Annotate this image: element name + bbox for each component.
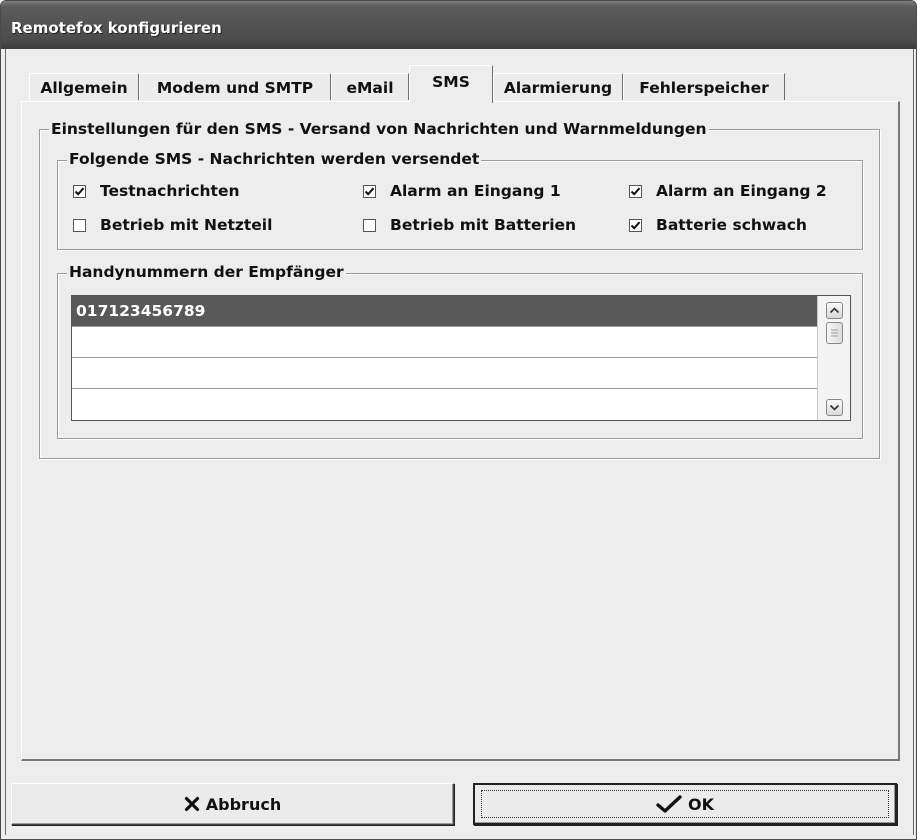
tab-label: Fehlerspeicher (639, 79, 769, 97)
scroll-down-button[interactable] (826, 399, 843, 416)
recipients-group-label: Handynummern der Empfänger (67, 263, 346, 281)
checkbox-box[interactable] (629, 218, 642, 232)
checkbox-betrieb-netzteil[interactable]: Betrieb mit Netzteil (73, 215, 272, 235)
tab-modem-und-smtp[interactable]: Modem und SMTP (139, 73, 331, 100)
tab-label: Allgemein (40, 79, 128, 97)
grip-icon (831, 329, 838, 337)
ok-button-label: OK (688, 794, 714, 814)
checkbox-label: Testnachrichten (100, 182, 240, 200)
checkbox-box[interactable] (629, 184, 642, 198)
tab-label: SMS (432, 73, 470, 91)
checkbox-box[interactable] (73, 218, 86, 232)
tab-sms[interactable]: SMS (409, 65, 493, 103)
checkbox-alarm-eingang-1[interactable]: Alarm an Eingang 1 (363, 181, 561, 201)
title-bar[interactable]: Remotefox konfigurieren (1, 1, 916, 49)
list-item[interactable] (72, 389, 817, 420)
checkbox-betrieb-batterien[interactable]: Betrieb mit Batterien (363, 215, 576, 235)
chevron-down-icon (829, 404, 840, 411)
checkbox-box[interactable] (363, 218, 376, 232)
checkbox-box[interactable] (363, 184, 376, 198)
tab-label: eMail (346, 79, 394, 97)
focus-ring (481, 790, 889, 818)
sms-settings-group-label: Einstellungen für den SMS - Versand von … (49, 120, 709, 138)
checkbox-label: Betrieb mit Netzteil (100, 216, 273, 234)
tab-email[interactable]: eMail (331, 73, 409, 100)
checkbox-testnachrichten[interactable]: Testnachrichten (73, 181, 240, 201)
list-item[interactable] (72, 327, 817, 358)
chevron-up-icon (829, 307, 840, 314)
checkbox-alarm-eingang-2[interactable]: Alarm an Eingang 2 (629, 181, 827, 201)
checkbox-label: Betrieb mit Batterien (390, 216, 577, 234)
window-title: Remotefox konfigurieren (11, 19, 222, 37)
ok-button[interactable]: OK (473, 783, 897, 825)
cancel-button[interactable]: Abbruch (11, 783, 454, 825)
checkbox-label: Alarm an Eingang 1 (390, 182, 561, 200)
sms-messages-group (57, 160, 863, 250)
recipients-list[interactable]: 017123456789 (71, 295, 851, 421)
checkmark-icon (656, 795, 682, 813)
checkbox-box[interactable] (73, 184, 86, 198)
tab-allgemein[interactable]: Allgemein (29, 73, 139, 100)
tab-label: Alarmierung (503, 79, 613, 97)
vertical-scrollbar[interactable] (817, 296, 850, 420)
x-icon (184, 796, 200, 812)
sms-messages-group-label: Folgende SMS - Nachrichten werden versen… (67, 150, 482, 168)
tab-fehlerspeicher[interactable]: Fehlerspeicher (623, 73, 785, 100)
list-item[interactable] (72, 358, 817, 389)
checkbox-batterie-schwach[interactable]: Batterie schwach (629, 215, 807, 235)
scroll-up-button[interactable] (826, 302, 843, 319)
cancel-button-label: Abbruch (205, 794, 282, 814)
config-window: Remotefox konfigurieren Allgemein Modem … (0, 0, 917, 840)
tab-label: Modem und SMTP (156, 79, 314, 97)
tab-alarmierung[interactable]: Alarmierung (493, 73, 623, 100)
scroll-thumb[interactable] (826, 322, 843, 344)
checkbox-label: Batterie schwach (656, 216, 807, 234)
checkbox-label: Alarm an Eingang 2 (656, 182, 827, 200)
list-item[interactable]: 017123456789 (72, 296, 817, 327)
